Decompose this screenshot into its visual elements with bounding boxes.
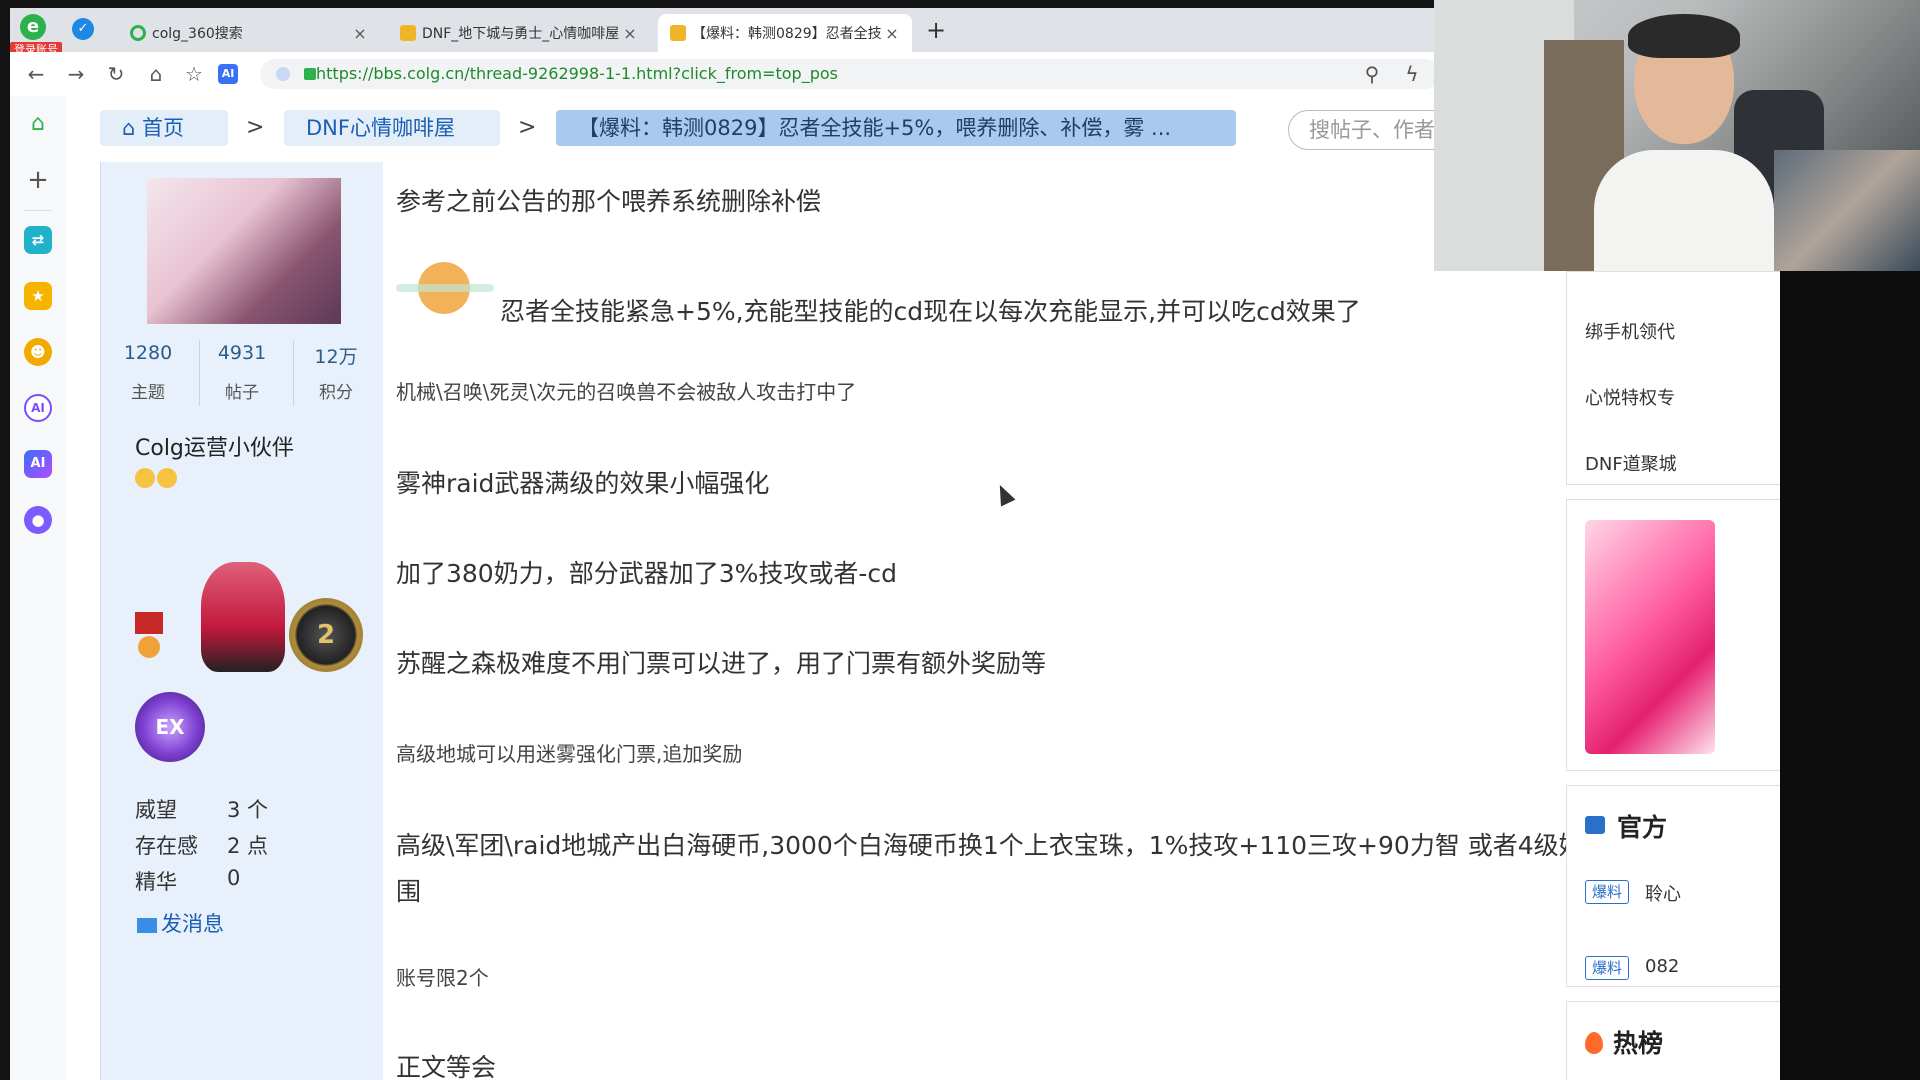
lock-icon xyxy=(304,68,316,80)
colg-favicon-icon xyxy=(670,25,686,41)
send-message-label: 发消息 xyxy=(161,912,224,936)
translate-sidebar-icon[interactable]: ⇄ xyxy=(24,226,52,254)
close-tab-icon[interactable]: × xyxy=(622,24,638,43)
stat-topics-value[interactable]: 1280 xyxy=(107,342,189,364)
stat-divider xyxy=(293,340,294,406)
browser-logo-icon[interactable]: e xyxy=(20,14,46,40)
quick-link[interactable]: 心悦特权专 xyxy=(1585,384,1675,410)
game-sidebar-icon[interactable]: ☻ xyxy=(24,338,52,366)
breadcrumb-thread[interactable]: 【爆料：韩测0829】忍者全技能+5%，喂养删除、补偿，雾 ... xyxy=(556,110,1236,146)
official-title: 官方 xyxy=(1617,813,1668,842)
webcam-clutter xyxy=(1774,150,1920,271)
ad-banner[interactable] xyxy=(1585,520,1715,754)
stat-points-value[interactable]: 12万 xyxy=(295,342,377,369)
browser-sidebar: ⌂ + ⇄ ★ ☻ AI AI ● xyxy=(10,96,67,1080)
reload-icon[interactable]: ↻ xyxy=(104,62,128,86)
new-tab-button[interactable]: + xyxy=(922,16,950,44)
avatar[interactable] xyxy=(147,178,341,324)
breadcrumb-separator: > xyxy=(246,115,265,140)
hot-list-title: 热榜 xyxy=(1613,1029,1664,1058)
tab-thread-active[interactable]: 【爆料：韩测0829】忍者全技 × xyxy=(658,14,912,52)
breadcrumb-forum[interactable]: DNF心情咖啡屋 xyxy=(284,110,500,146)
official-icon xyxy=(1585,816,1605,834)
author-panel: 1280 主题 4931 帖子 12万 积分 Colg运营小伙伴 2 EX 威望… xyxy=(100,162,383,1080)
news-link[interactable]: 082 xyxy=(1645,956,1679,977)
post-line: 雾神raid武器满级的效果小幅强化 xyxy=(396,469,770,498)
post-line: 账号限2个 xyxy=(396,966,489,990)
tab-title: colg_360搜索 xyxy=(152,26,243,42)
lightning-icon[interactable]: ϟ xyxy=(1400,62,1424,86)
stat-topics-label: 主题 xyxy=(131,383,165,403)
send-message-link[interactable]: 发消息 xyxy=(137,908,224,938)
post-line: 苏醒之森极难度不用门票可以进了，用了门票有额外奖励等 xyxy=(396,649,1047,678)
medal-icon xyxy=(135,612,163,660)
laughing-emoji-icon xyxy=(396,258,494,318)
close-tab-icon[interactable]: × xyxy=(884,24,900,43)
emoji-icon xyxy=(135,468,155,488)
url-text: https://bbs.colg.cn/thread-9262998-1-1.h… xyxy=(316,64,838,83)
character-badge-icon xyxy=(201,562,285,672)
info-key: 存在感 xyxy=(135,834,198,858)
breadcrumb-home-label: 首页 xyxy=(142,116,185,140)
author-name[interactable]: Colg运营小伙伴 xyxy=(135,430,294,462)
home-icon: ⌂ xyxy=(122,116,143,140)
webcam-person xyxy=(1594,14,1774,271)
mouse-cursor-icon xyxy=(992,481,1016,507)
tab-title: 【爆料：韩测0829】忍者全技 xyxy=(692,26,882,42)
ai-sidebar-icon[interactable]: AI xyxy=(24,450,52,478)
url-field[interactable]: https://bbs.colg.cn/thread-9262998-1-1.h… xyxy=(260,59,1440,89)
site-info-icon[interactable] xyxy=(276,67,290,81)
tab-title: DNF_地下城与勇士_心情咖啡屋 xyxy=(422,26,620,42)
post-line: 围 xyxy=(396,877,422,906)
colg-favicon-icon xyxy=(400,25,416,41)
close-tab-icon[interactable]: × xyxy=(352,24,368,43)
info-key: 精华 xyxy=(135,870,177,894)
zoom-icon[interactable]: ⚲ xyxy=(1360,62,1384,86)
stat-points-label: 积分 xyxy=(319,383,353,403)
ai-assistant-sidebar-icon[interactable]: AI xyxy=(24,394,52,422)
back-icon[interactable]: ← xyxy=(24,62,48,86)
sidebar-divider xyxy=(24,210,52,211)
info-value: 0 xyxy=(227,866,241,890)
forward-icon[interactable]: → xyxy=(64,62,88,86)
home-sidebar-icon[interactable]: ⌂ xyxy=(24,110,52,138)
info-value: 2 点 xyxy=(227,834,269,858)
post-line: 高级\军团\raid地城产出白海硬币,3000个白海硬币换1个上衣宝珠，1%技攻… xyxy=(396,831,1728,860)
360-search-icon xyxy=(130,25,146,41)
stat-divider xyxy=(199,340,200,406)
anniversary-badge-icon: 2 xyxy=(289,598,363,672)
ex-badge-icon: EX xyxy=(135,692,205,762)
fire-icon xyxy=(1585,1032,1603,1054)
webcam-overlay xyxy=(1434,0,1920,271)
favorites-icon[interactable]: ☆ xyxy=(182,62,206,86)
desktop-background xyxy=(1780,271,1920,1080)
news-tag: 爆料 xyxy=(1585,956,1629,980)
mail-icon xyxy=(137,917,157,933)
chat-bot-sidebar-icon[interactable]: ● xyxy=(24,506,52,534)
info-value: 3 个 xyxy=(227,798,269,822)
post-line: 忍者全技能紧急+5%,充能型技能的cd现在以每次充能显示,并可以吃cd效果了 xyxy=(500,297,1361,326)
stat-posts-value[interactable]: 4931 xyxy=(201,342,283,364)
star-sidebar-icon[interactable]: ★ xyxy=(24,282,52,310)
tab-dnf-cafe[interactable]: DNF_地下城与勇士_心情咖啡屋 × xyxy=(388,14,650,52)
breadcrumb-home[interactable]: ⌂ 首页 xyxy=(100,110,228,146)
post-line: 正文等会 xyxy=(396,1053,497,1080)
info-key: 威望 xyxy=(135,798,177,822)
breadcrumb-separator: > xyxy=(518,115,537,140)
post-line: 加了380奶力，部分武器加了3%技攻或者-cd xyxy=(396,559,898,588)
quick-link[interactable]: 绑手机领代 xyxy=(1585,318,1675,344)
add-sidebar-icon[interactable]: + xyxy=(24,166,52,194)
post-line: 机械\召唤\死灵\次元的召唤兽不会被敌人攻击打中了 xyxy=(396,380,857,404)
home-icon[interactable]: ⌂ xyxy=(144,62,168,86)
emoji-icon xyxy=(157,468,177,488)
ai-icon[interactable]: AI xyxy=(218,64,238,84)
news-link[interactable]: 聆心 xyxy=(1645,880,1681,906)
tab-360-search[interactable]: colg_360搜索 × xyxy=(118,14,380,52)
post-line: 高级地城可以用迷雾强化门票,追加奖励 xyxy=(396,742,743,766)
quick-link[interactable]: DNF道聚城 xyxy=(1585,450,1677,476)
shield-icon[interactable]: ✓ xyxy=(72,18,94,40)
news-tag: 爆料 xyxy=(1585,880,1629,904)
stat-posts-label: 帖子 xyxy=(225,383,259,403)
post-line: 参考之前公告的那个喂养系统删除补偿 xyxy=(396,187,822,216)
